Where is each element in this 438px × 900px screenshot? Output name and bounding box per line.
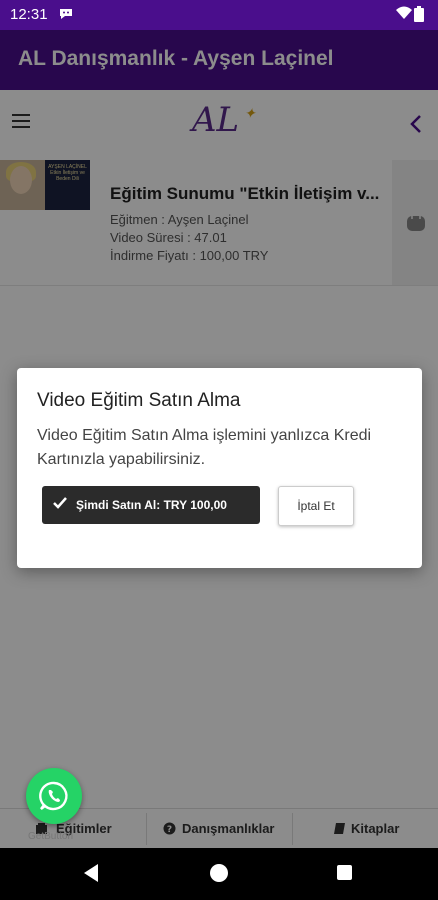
system-nav-bar [0,848,438,900]
dialog-message: Video Eğitim Satın Alma işlemini yanlızc… [37,427,372,468]
check-icon [52,495,68,511]
notification-icon [58,6,76,26]
nav-recents-icon[interactable] [337,865,352,880]
buy-now-label: Şimdi Satın Al: TRY 100,00 [76,498,227,512]
getbutton-caption: GetButton [28,831,74,842]
whatsapp-icon [39,781,68,811]
cancel-button[interactable]: İptal Et [278,486,354,526]
battery-icon [414,6,424,26]
dialog-title: Video Eğitim Satın Alma [37,390,241,411]
purchase-dialog: Video Eğitim Satın Alma Video Eğitim Sat… [17,368,422,568]
wifi-icon [396,6,412,24]
whatsapp-button[interactable] [26,768,82,824]
status-time: 12:31 [10,6,48,23]
nav-back-icon[interactable] [84,864,98,882]
status-bar: 12:31 [0,0,438,30]
nav-home-icon[interactable] [210,864,228,882]
buy-now-button[interactable]: Şimdi Satın Al: TRY 100,00 [42,486,260,524]
